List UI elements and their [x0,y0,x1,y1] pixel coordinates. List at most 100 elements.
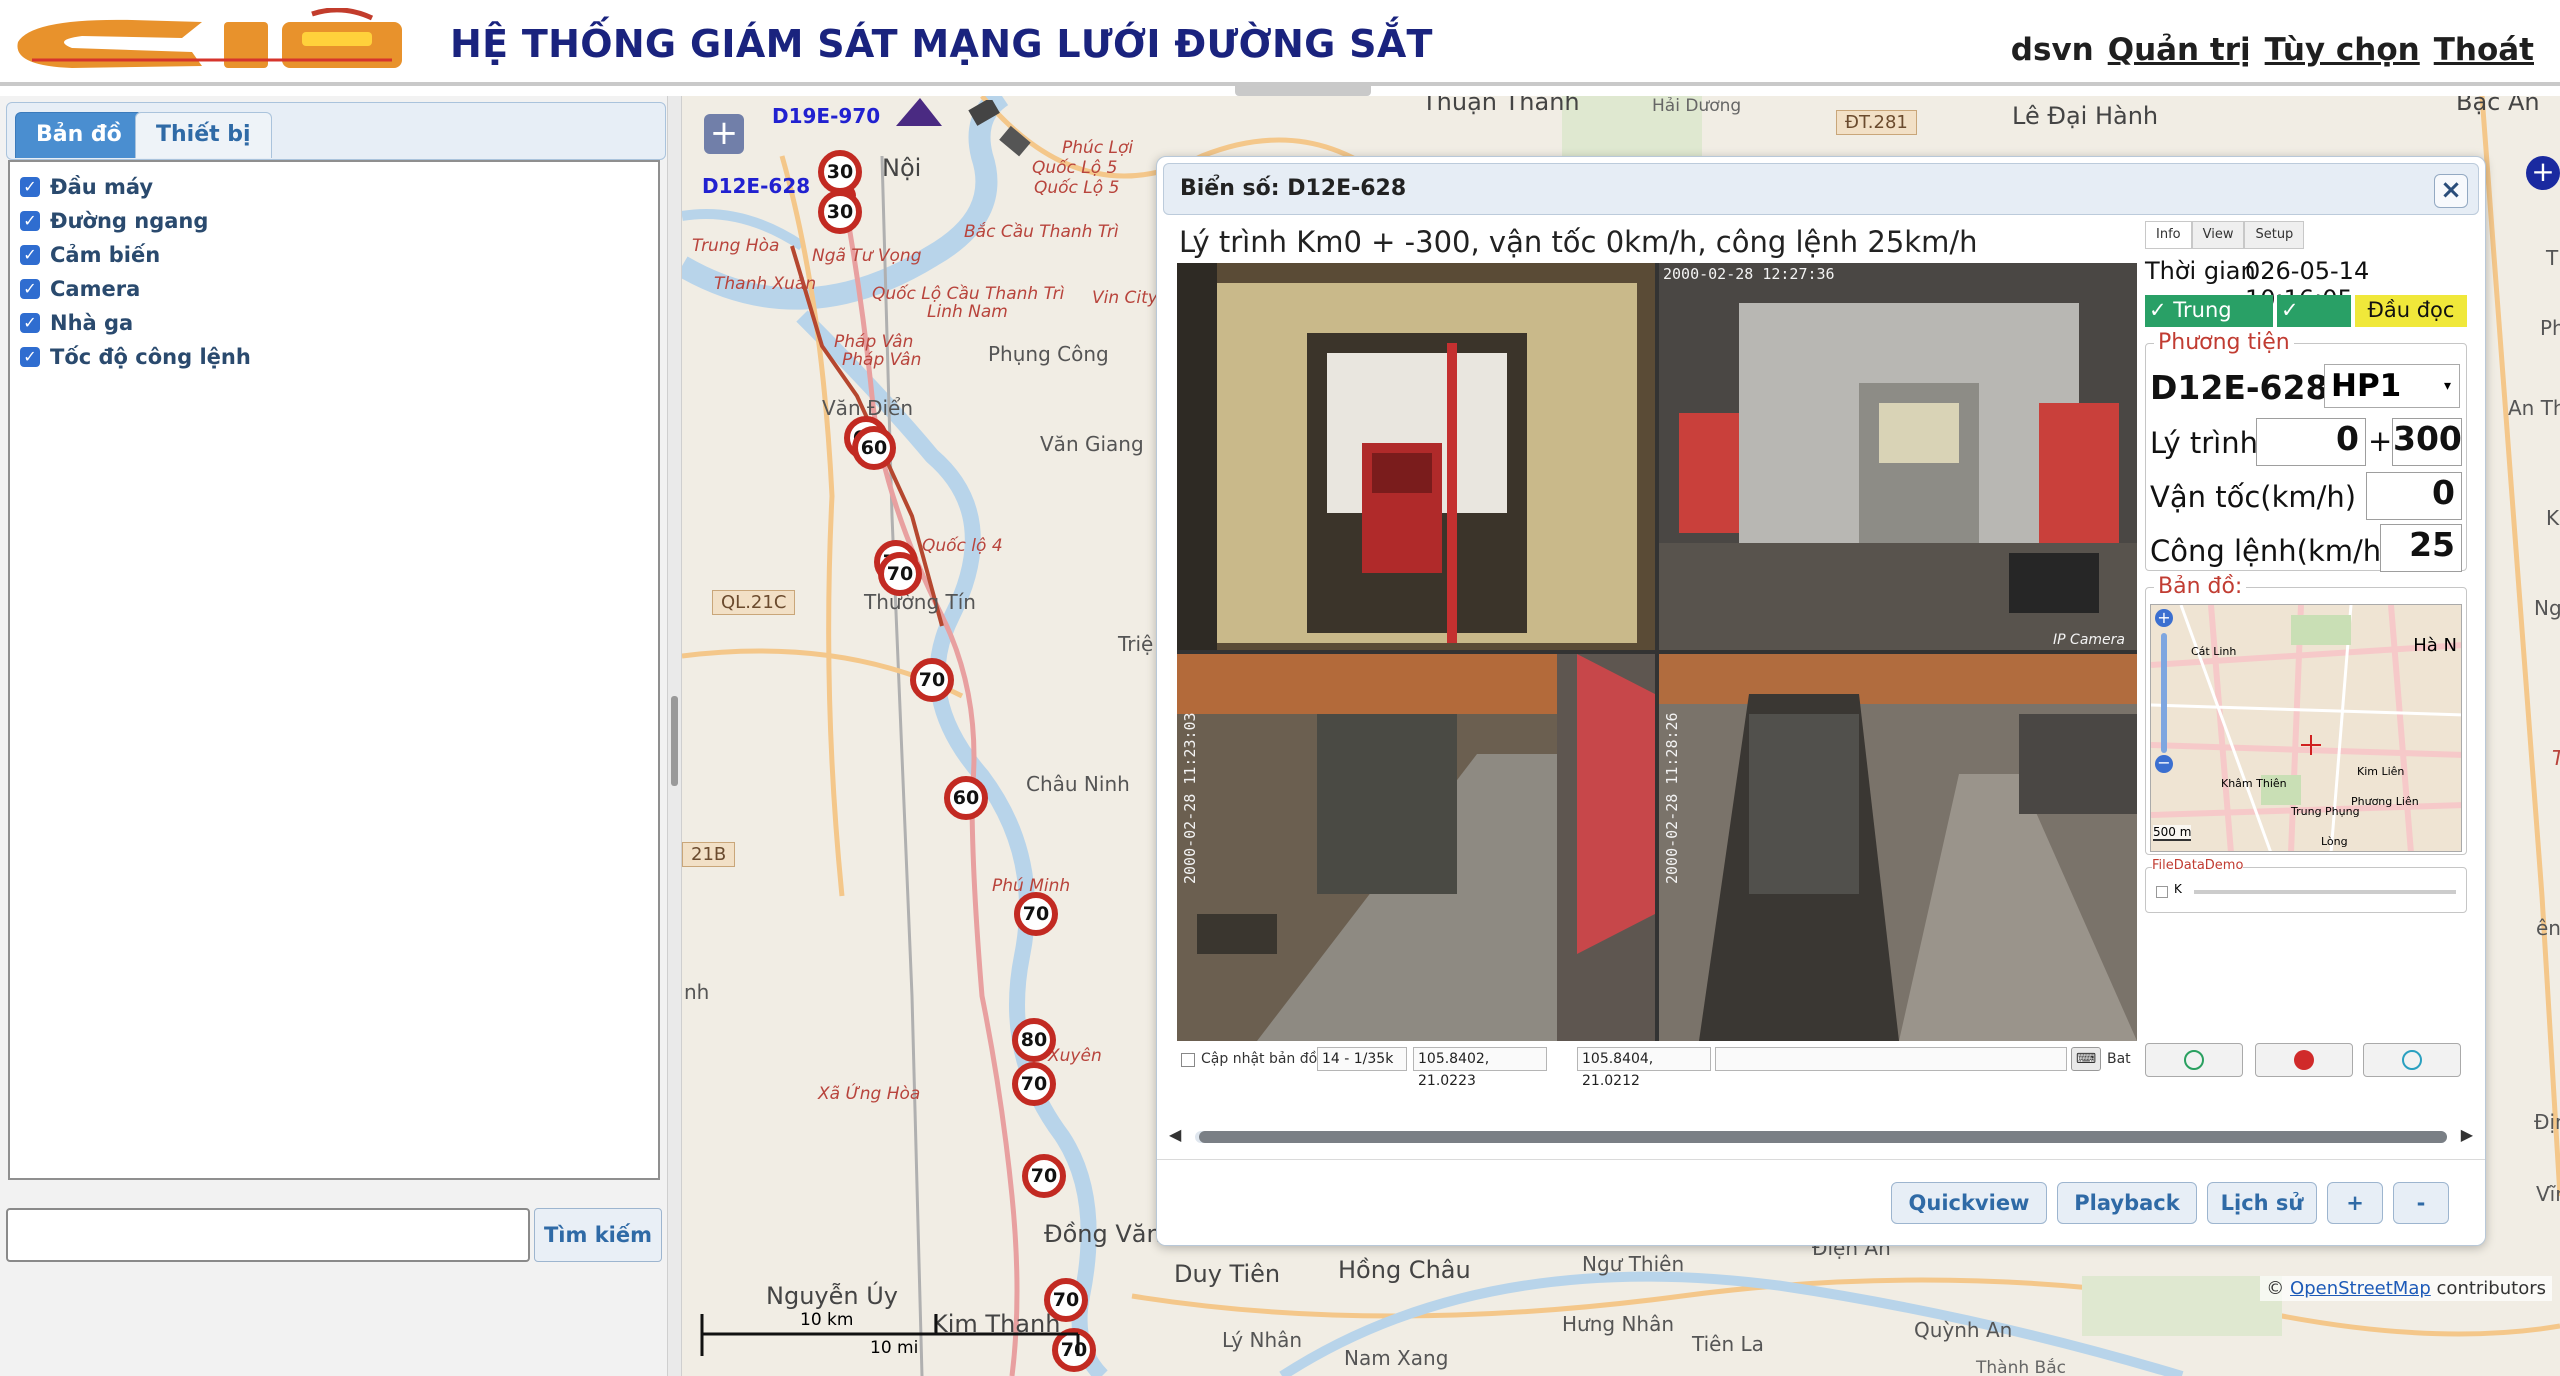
map-place-label: Nam Xang [1344,1346,1449,1370]
vehicle-select[interactable]: HP1 ▾ [2324,364,2460,408]
layer-station[interactable]: ✓ Nhà ga [20,306,133,340]
minimap-label: Lòng [2321,835,2348,848]
scroll-right-icon[interactable]: ▶ [2461,1125,2473,1144]
logout-link[interactable]: Thoát [2434,32,2534,68]
refresh-button[interactable] [2145,1043,2243,1077]
flag-center: ✓ Trung tâm [2145,295,2273,352]
stop-button[interactable] [2363,1043,2461,1077]
message-field[interactable] [1715,1047,2067,1071]
dialog-title: Biển số: D12E-628 [1180,176,1407,201]
minimap-label: Phương Liên [2351,795,2419,808]
vehicle-label-d19e[interactable]: D19E-970 [772,104,880,128]
speed-limit-sign[interactable]: 80 [1012,1018,1056,1062]
camera-image [1177,654,1655,1041]
status-flags: ✓ Trung tâm ✓ GPS Đầu đọc [2145,295,2467,352]
layer-locomotive[interactable]: ✓ Đầu máy [20,170,153,204]
layer-sensor[interactable]: ✓ Cảm biến [20,238,160,272]
record-button[interactable] [2255,1043,2353,1077]
camera-feed-3[interactable]: 2000-02-28 11:23:03 [1177,654,1655,1041]
tab-view[interactable]: View [2191,221,2245,249]
layer-speed-order[interactable]: ✓ Tốc độ công lệnh [20,340,251,374]
camera-feed-1[interactable] [1177,263,1655,650]
camera-feed-4[interactable]: 2000-02-28 11:28:26 [1659,654,2137,1041]
camera-image [1659,263,2137,650]
map-place-label: Nguyễn Úy [766,1282,898,1310]
camera-feed-2[interactable]: 2000-02-28 12:27:36 IP Camera [1659,263,2137,650]
speed-limit-sign[interactable]: 60 [852,426,896,470]
osm-link[interactable]: OpenStreetMap [2290,1278,2431,1299]
map-place-label: Pháp Vân [834,332,914,352]
map-place-label: Quốc lộ 4 [922,536,1003,556]
close-icon[interactable]: × [2434,174,2468,208]
road-shield: QL.21C [712,590,796,615]
map-place-label: Nội [882,154,922,182]
speed-limit-sign[interactable]: 70 [1014,892,1058,936]
vehicle-label-d12e[interactable]: D12E-628 [702,174,810,198]
minimap-label: Trung Phụng [2291,805,2360,818]
minimap-zoom-slider[interactable] [2161,633,2167,753]
layer-switcher-icon[interactable]: + [2526,156,2560,190]
checkbox-checked-icon[interactable]: ✓ [20,279,40,299]
quickview-button[interactable]: Quickview [1891,1182,2047,1224]
stop-icon [2402,1050,2422,1070]
layer-level-crossing[interactable]: ✓ Đường ngang [20,204,208,238]
header-collapse-handle[interactable] [1235,86,1371,96]
speed-limit-sign[interactable]: 70 [1022,1154,1066,1198]
splitter-handle[interactable] [671,696,678,786]
locomotive-arrow-icon[interactable] [896,98,942,128]
map-zoom-in-button[interactable]: + [704,114,744,154]
admin-link[interactable]: Quản trị [2108,32,2251,68]
checkbox-checked-icon[interactable]: ✓ [20,177,40,197]
update-map-checkbox[interactable] [1181,1053,1195,1067]
minimap-zoom-out-icon[interactable]: − [2155,755,2173,773]
keyboard-icon[interactable]: ⌨ [2071,1047,2101,1071]
speed-limit-sign[interactable]: 70 [1012,1062,1056,1106]
vehicle-plate: D12E-628 [2150,368,2329,407]
file-demo-checkbox[interactable] [2156,886,2168,898]
panel-splitter[interactable] [668,96,682,1376]
checkbox-checked-icon[interactable]: ✓ [20,313,40,333]
camera-image [1659,654,2137,1041]
mini-map[interactable]: + − Hà N Cát Linh Khâm Thiên Kim Liên Tr… [2150,604,2462,852]
map-place-label: An Th [2508,396,2560,420]
tab-setup[interactable]: Setup [2244,221,2305,249]
layer-list: ✓ Đầu máy ✓ Đường ngang ✓ Cảm biến ✓ Camera … [8,160,660,1180]
options-link[interactable]: Tùy chọn [2265,32,2420,68]
map-place-label: Bắc Cầu Thanh Trì [964,222,1119,242]
horizontal-scrollbar[interactable]: ◀ ▶ [1169,1125,2473,1147]
refresh-icon [2184,1050,2204,1070]
tab-devices[interactable]: Thiết bị [135,112,272,158]
search-button[interactable]: Tìm kiếm [534,1208,662,1262]
layer-camera[interactable]: ✓ Camera [20,272,140,306]
tab-info[interactable]: Info [2145,221,2192,249]
time-label: Thời gian [2145,257,2256,285]
history-button[interactable]: Lịch sử [2207,1182,2317,1224]
camera-timestamp: 2000-02-28 11:23:03 [1181,712,1199,884]
header: HỆ THỐNG GIÁM SÁT MẠNG LƯỚI ĐƯỜNG SẮT ds… [0,0,2560,86]
map-place-label: Trung Hòa [692,236,780,256]
checkbox-checked-icon[interactable]: ✓ [20,347,40,367]
clb-logo [17,8,402,68]
speed-limit-sign[interactable]: 70 [878,552,922,596]
search-input[interactable] [6,1208,530,1262]
speed-limit-sign[interactable]: 60 [944,776,988,820]
zoom-minus-button[interactable]: - [2393,1182,2449,1224]
playback-button[interactable]: Playback [2057,1182,2197,1224]
speed-limit-sign[interactable]: 70 [910,658,954,702]
map-place-label: Xuyên [1048,1046,1102,1066]
scroll-left-icon[interactable]: ◀ [1169,1125,1181,1144]
checkbox-checked-icon[interactable]: ✓ [20,211,40,231]
map-place-label: Ngư Thiên [1582,1252,1685,1276]
speed-limit-sign[interactable]: 30 [818,190,862,234]
map-place-label: Ngã Tư Vọng [812,246,922,266]
zoom-plus-button[interactable]: + [2327,1182,2383,1224]
file-demo-slider[interactable] [2194,890,2456,894]
road-shield: ĐT.281 [1836,110,1917,135]
dialog-titlebar[interactable]: Biển số: D12E-628 × [1163,163,2479,215]
tab-map[interactable]: Bản đồ [15,112,143,158]
speed-label: Vận tốc(km/h) [2150,480,2357,514]
scrollbar-thumb[interactable] [1199,1131,2447,1143]
minimap-zoom-in-icon[interactable]: + [2155,609,2173,627]
speed-limit-sign[interactable]: 30 [818,150,862,194]
checkbox-checked-icon[interactable]: ✓ [20,245,40,265]
